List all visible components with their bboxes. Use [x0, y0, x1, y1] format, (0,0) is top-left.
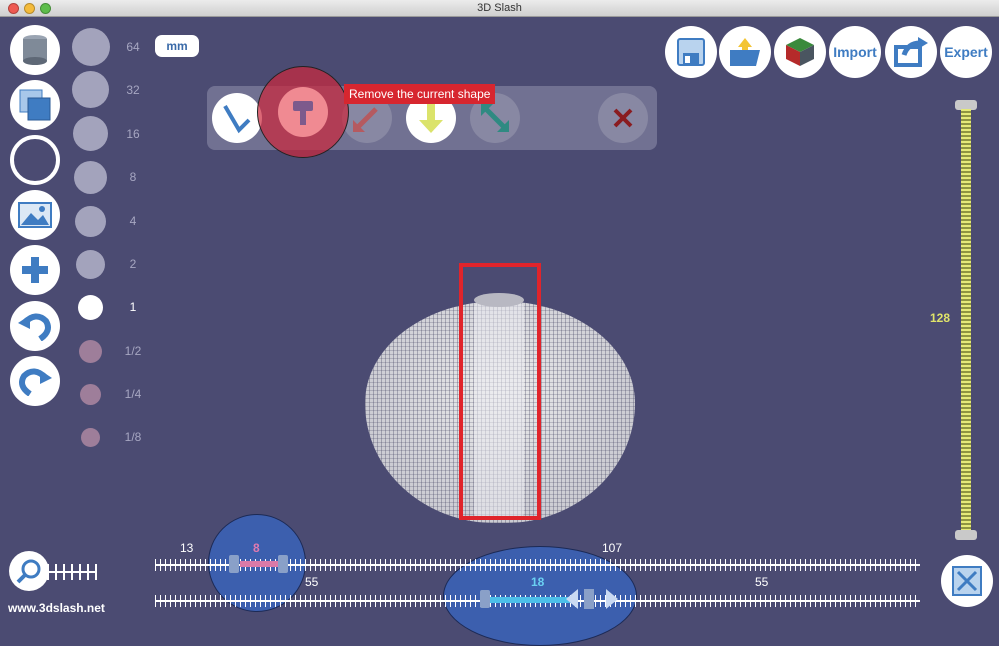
size-dot-64[interactable] — [72, 28, 110, 66]
pencil-icon — [223, 104, 251, 134]
height-slider-bottom-cap[interactable] — [955, 530, 977, 540]
diagonal-arrow-icon — [353, 107, 378, 132]
diagonal-arrow-alt-icon — [481, 104, 509, 132]
slider2-value-label: 18 — [531, 575, 545, 589]
size-label: 2 — [129, 257, 137, 271]
size-dot-4[interactable] — [75, 206, 106, 237]
website-link[interactable]: www.3dslash.net — [8, 601, 105, 615]
hammer-icon — [293, 101, 313, 125]
size-label: 1/2 — [124, 344, 142, 358]
title-bar: 3D Slash — [0, 0, 999, 17]
slider1-left-thumb[interactable] — [229, 555, 239, 573]
size-label: 1/8 — [124, 430, 142, 444]
size-dot-eighth[interactable] — [81, 428, 100, 447]
size-dot-1-selected[interactable] — [78, 295, 103, 320]
expert-button[interactable]: Expert — [940, 26, 992, 78]
zoom-button[interactable] — [9, 551, 49, 591]
zoom-slider[interactable] — [47, 564, 97, 580]
pencil-tool-button[interactable] — [212, 93, 262, 143]
slider2-range-bar — [489, 597, 574, 603]
close-icon — [613, 108, 633, 128]
size-dot-32[interactable] — [72, 71, 109, 108]
size-dot-2[interactable] — [76, 250, 105, 279]
selection-highlight-box — [459, 263, 541, 520]
import-label: Import — [833, 44, 877, 60]
expert-label: Expert — [944, 44, 988, 60]
slider2-min-label: 55 — [305, 575, 319, 589]
picture-icon — [18, 202, 52, 228]
slider1-max-label: 107 — [602, 541, 623, 555]
slider1-value-label: 8 — [253, 541, 260, 555]
size-dot-8[interactable] — [74, 161, 107, 194]
layered-cube-icon — [19, 89, 51, 121]
fullscreen-icon — [952, 566, 982, 596]
height-slider-value: 128 — [930, 311, 951, 325]
fullscreen-button[interactable] — [941, 555, 993, 607]
redo-icon — [19, 368, 52, 396]
undo-button[interactable] — [10, 301, 60, 351]
redo-button[interactable] — [10, 356, 60, 406]
window-title: 3D Slash — [477, 2, 522, 14]
color-cube-button[interactable] — [774, 26, 826, 78]
open-button[interactable] — [719, 26, 771, 78]
workspace[interactable]: 64 32 16 8 4 2 1 1/2 1/4 1/8 mm Remove t… — [0, 17, 999, 646]
cylinder-tool-button[interactable] — [10, 25, 60, 75]
magnifier-icon — [16, 559, 41, 584]
share-button[interactable] — [885, 26, 937, 78]
remove-shape-button[interactable] — [257, 66, 349, 158]
color-cube-icon — [786, 38, 814, 66]
slider1-right-thumb[interactable] — [278, 555, 288, 573]
units-toggle-button[interactable]: mm — [155, 35, 199, 57]
open-folder-icon — [730, 38, 760, 66]
size-label: 16 — [126, 127, 140, 141]
undo-icon — [18, 313, 51, 341]
outline-tool-button[interactable] — [10, 135, 60, 185]
image-tool-button[interactable] — [10, 190, 60, 240]
share-export-icon — [894, 37, 928, 67]
size-label: 1/4 — [124, 387, 142, 401]
slider2-max-label: 55 — [755, 575, 769, 589]
floppy-disk-icon — [677, 38, 705, 66]
slider2-left-thumb[interactable] — [480, 590, 490, 608]
size-label-selected: 1 — [129, 300, 137, 314]
size-dot-16[interactable] — [73, 116, 108, 151]
layers-tool-button[interactable] — [10, 80, 60, 130]
size-label: 32 — [126, 83, 140, 97]
import-button[interactable]: Import — [829, 26, 881, 78]
add-button[interactable] — [10, 245, 60, 295]
down-arrow-icon — [419, 104, 443, 133]
cylinder-shape-icon — [23, 35, 47, 65]
size-label: 4 — [129, 214, 137, 228]
size-label: 64 — [126, 40, 140, 54]
slider1-min-label: 13 — [180, 541, 194, 555]
size-dot-half[interactable] — [79, 340, 102, 363]
save-button[interactable] — [665, 26, 717, 78]
slider1-range-bar — [240, 561, 280, 567]
hammer-button-face — [278, 87, 328, 137]
size-label: 8 — [129, 170, 137, 184]
height-slider-track[interactable] — [961, 109, 971, 534]
close-toolbar-button[interactable] — [598, 93, 648, 143]
plus-icon — [22, 257, 48, 283]
slider2-arrow-thumbs[interactable] — [566, 589, 618, 609]
size-dot-quarter[interactable] — [80, 384, 101, 405]
tooltip: Remove the current shape — [344, 84, 496, 104]
